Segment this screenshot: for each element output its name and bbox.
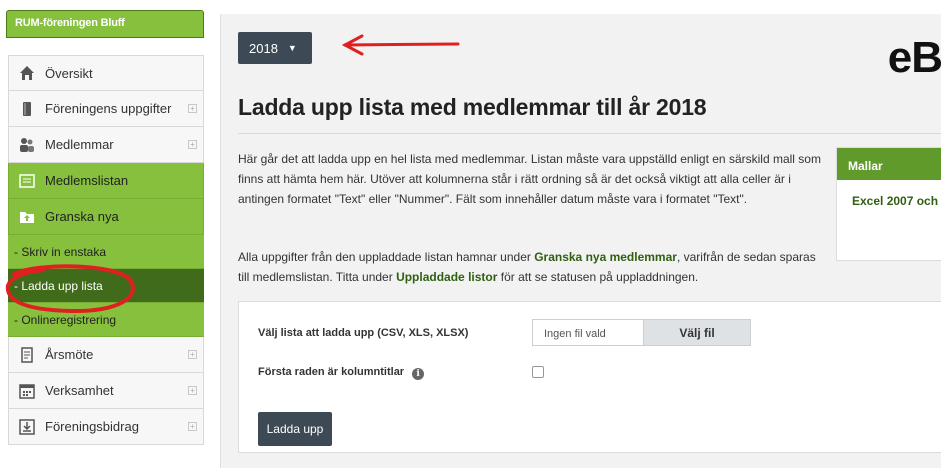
caret-down-icon: ▼ <box>287 43 297 53</box>
sidebar-item-foreningens-uppgifter[interactable]: Föreningens uppgifter + <box>8 91 204 127</box>
sidebar-subitem-skriv-in-enstaka[interactable]: - Skriv in enstaka <box>8 235 204 269</box>
first-row-label-wrap: Första raden är kolumntitlar i <box>258 366 425 380</box>
templates-box: Mallar Excel 2007 och <box>836 147 941 261</box>
sidebar-subitem-label: - Ladda upp lista <box>14 278 103 293</box>
upload-button[interactable]: Ladda upp <box>258 412 332 446</box>
intro-paragraph: Här går det att ladda upp en hel lista m… <box>238 152 821 206</box>
sidebar-subitem-label: - Onlineregistrering <box>14 312 117 327</box>
sidebar-item-label: Föreningsbidrag <box>45 419 139 434</box>
sidebar-item-granska-nya[interactable]: Granska nya <box>8 199 204 235</box>
members-icon <box>20 137 34 152</box>
sidebar-item-label: Föreningens uppgifter <box>45 101 172 116</box>
sidebar-item-label: Årsmöte <box>45 347 94 362</box>
excel-template-link[interactable]: Excel 2007 och <box>837 180 941 208</box>
first-row-label: Första raden är kolumntitlar <box>258 366 405 378</box>
sidebar-item-label: Medlemmar <box>45 137 114 152</box>
organization-name: RUM-föreningen Bluff <box>15 17 125 29</box>
page-title: Ladda upp lista med medlemmar till år 20… <box>238 94 707 120</box>
organization-tab[interactable]: RUM-föreningen Bluff <box>6 10 204 38</box>
upload-form: Välj lista att ladda upp (CSV, XLS, XLSX… <box>238 301 941 453</box>
choose-file-button[interactable]: Välj fil <box>643 320 750 345</box>
calendar-icon <box>19 383 35 399</box>
home-icon <box>20 66 34 80</box>
file-input-status: Ingen fil vald <box>544 328 606 340</box>
expand-plus-icon[interactable]: + <box>188 104 197 113</box>
expand-plus-icon[interactable]: + <box>188 350 197 359</box>
sidebar: RUM-föreningen Bluff Översikt Föreningen… <box>0 0 210 468</box>
first-row-checkbox[interactable] <box>532 366 544 378</box>
brand-logo-text: eB <box>887 33 941 82</box>
file-field-label: Välj lista att ladda upp (CSV, XLS, XLSX… <box>258 327 469 339</box>
sidebar-item-label: Översikt <box>45 65 93 81</box>
sidebar-item-label: Verksamhet <box>45 383 114 398</box>
expand-plus-icon[interactable]: + <box>188 422 197 431</box>
info-text: för att se statusen på uppladdningen. <box>497 270 699 284</box>
templates-header: Mallar <box>837 148 941 180</box>
sidebar-item-verksamhet[interactable]: Verksamhet + <box>8 373 204 409</box>
document-icon <box>21 346 33 363</box>
info-icon[interactable]: i <box>412 368 425 380</box>
info-text: Alla uppgifter från den uppladdade lista… <box>238 250 535 264</box>
download-box-icon <box>19 418 35 435</box>
expand-plus-icon[interactable]: + <box>188 140 197 149</box>
sidebar-subitem-label: - Skriv in enstaka <box>14 244 107 259</box>
uploaded-lists-link[interactable]: Uppladdade listor <box>396 270 497 284</box>
sidebar-item-arsmote[interactable]: Årsmöte + <box>8 337 204 373</box>
sidebar-subitem-ladda-upp-lista[interactable]: - Ladda upp lista <box>8 269 204 303</box>
sidebar-item-medlemslistan[interactable]: Medlemslistan <box>8 163 204 199</box>
book-icon <box>23 101 31 116</box>
year-dropdown-value: 2018 <box>249 40 278 56</box>
info-paragraph: Alla uppgifter från den uppladdade lista… <box>238 247 823 287</box>
folder-icon <box>20 211 34 223</box>
main-content: 2018 ▼ eB Ladda upp lista med medlemmar … <box>220 14 941 468</box>
title-divider <box>238 133 941 134</box>
member-list-icon <box>19 173 35 188</box>
expand-plus-icon[interactable]: + <box>188 386 197 395</box>
file-input[interactable]: Ingen fil vald Välj fil <box>532 319 751 346</box>
sidebar-item-medlemmar[interactable]: Medlemmar + <box>8 127 204 163</box>
sidebar-menu: Översikt Föreningens uppgifter + Medlemm… <box>8 55 204 445</box>
sidebar-item-foreningsbidrag[interactable]: Föreningsbidrag + <box>8 409 204 445</box>
year-dropdown[interactable]: 2018 ▼ <box>238 32 312 64</box>
sidebar-item-oversikt[interactable]: Översikt <box>8 55 204 91</box>
sidebar-item-label: Medlemslistan <box>45 173 129 188</box>
review-new-members-link[interactable]: Granska nya medlemmar <box>534 250 677 264</box>
sidebar-item-label: Granska nya <box>45 209 119 224</box>
sidebar-subitem-onlineregistrering[interactable]: - Onlineregistrering <box>8 303 204 337</box>
